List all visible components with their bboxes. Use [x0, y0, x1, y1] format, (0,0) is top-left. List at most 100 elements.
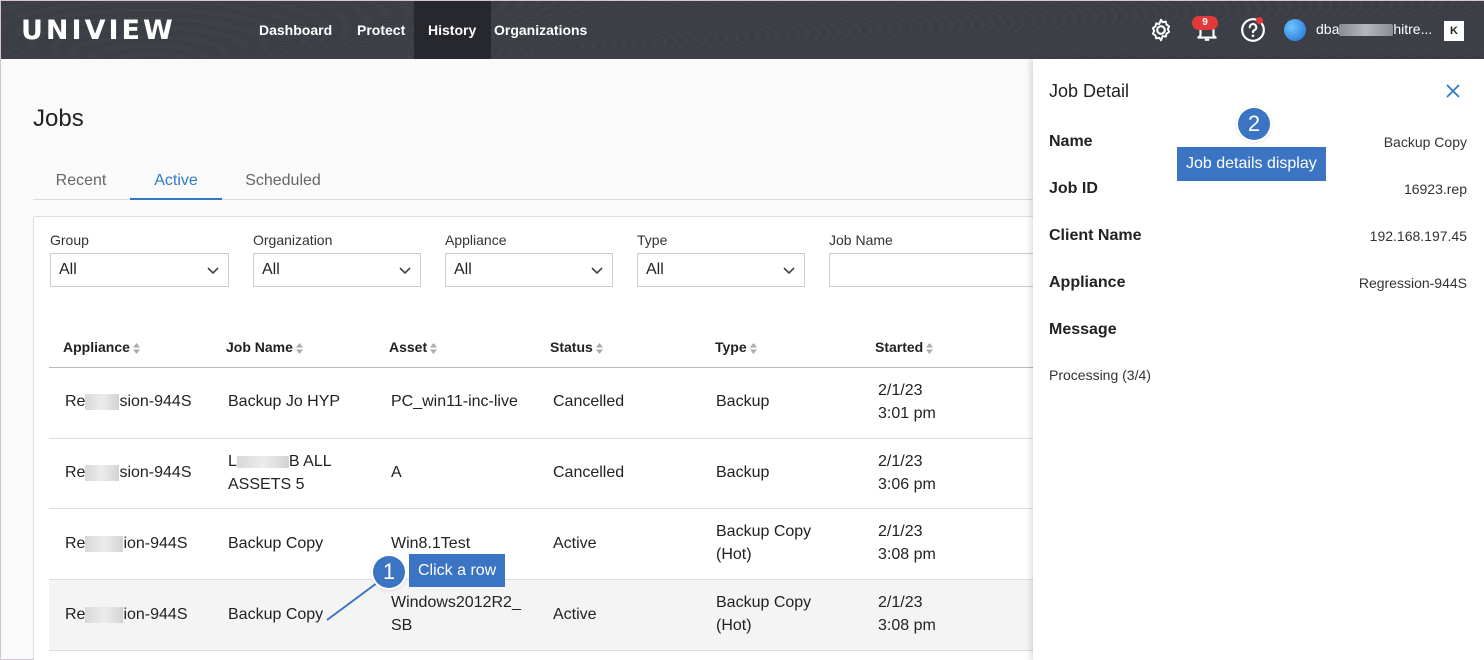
- sort-icon: [295, 342, 303, 354]
- cell-type: Backup Copy (Hot): [716, 523, 812, 563]
- chevron-down-icon: [399, 267, 411, 275]
- tab-active[interactable]: Active: [130, 167, 222, 200]
- k-app-icon[interactable]: K: [1444, 21, 1464, 41]
- redacted-text: [85, 393, 120, 410]
- redacted-text: [85, 535, 124, 552]
- detail-key-job-id: Job ID: [1049, 180, 1098, 197]
- callout-1-label: Click a row: [409, 554, 506, 587]
- cell-status: Cancelled: [553, 464, 625, 481]
- appliance-select[interactable]: All: [445, 253, 613, 287]
- chevron-down-icon: [783, 267, 795, 275]
- cell-asset: A: [391, 464, 402, 481]
- detail-key-message: Message: [1049, 321, 1117, 338]
- column-header-appliance[interactable]: Appliance: [63, 339, 140, 355]
- username-end: hitre...: [1393, 21, 1433, 37]
- table-header-divider: [49, 367, 1039, 368]
- nav-dashboard[interactable]: Dashboard: [245, 1, 346, 59]
- cell-type: Backup Copy (Hot): [716, 594, 812, 634]
- cell-asset: PC_win11-inc-live: [391, 393, 518, 410]
- filter-label-type: Type: [637, 232, 668, 248]
- filter-label-job-name: Job Name: [829, 232, 893, 248]
- cell-asset: Win8.1Test: [391, 535, 471, 552]
- column-header-label: Job Name: [226, 339, 293, 355]
- cell-appliance: Re sion-944S: [65, 393, 192, 410]
- tab-recent[interactable]: Recent: [33, 167, 129, 200]
- chevron-down-icon: [591, 267, 603, 275]
- column-header-label: Started: [875, 339, 924, 355]
- cell-job-name: Backup Jo HYP: [228, 393, 341, 410]
- sort-icon: [595, 342, 603, 354]
- gear-icon[interactable]: [1148, 17, 1174, 43]
- detail-value-client-name: 192.168.197.45: [1369, 228, 1467, 244]
- chevron-down-icon: [207, 267, 219, 275]
- job-name-input[interactable]: [829, 253, 1039, 287]
- sort-icon: [926, 342, 934, 354]
- top-nav: UNIVIEW Dashboard Protect History Organi…: [1, 1, 1484, 59]
- sort-icon: [430, 342, 438, 354]
- redacted-text: [85, 464, 120, 481]
- detail-key-appliance: Appliance: [1049, 274, 1126, 291]
- avatar[interactable]: [1284, 19, 1306, 41]
- sort-icon: [749, 342, 757, 354]
- cell-appliance: Re sion-944S: [65, 464, 192, 481]
- cell-type: Backup: [716, 464, 770, 481]
- cell-status: Cancelled: [553, 393, 625, 410]
- cell-started: 2/1/23 3:06 pm: [878, 453, 936, 493]
- cell-status: Active: [553, 606, 597, 623]
- job-detail-title: Job Detail: [1049, 81, 1130, 101]
- detail-value-job-id: 16923.rep: [1403, 181, 1467, 197]
- redacted-text: [236, 455, 289, 468]
- group-select[interactable]: All: [50, 253, 229, 287]
- column-header-label: Asset: [389, 339, 428, 355]
- appliance-select-value: All: [454, 261, 472, 278]
- filter-label-organization: Organization: [253, 232, 333, 248]
- callout-2-label: Job details display: [1177, 147, 1326, 181]
- page-title: Jobs: [33, 105, 84, 132]
- column-header-started[interactable]: Started: [875, 339, 934, 355]
- detail-key-name: Name: [1049, 133, 1093, 150]
- tab-scheduled[interactable]: Scheduled: [233, 167, 333, 200]
- close-icon[interactable]: [1445, 83, 1461, 99]
- nav-protect[interactable]: Protect: [343, 1, 419, 59]
- nav-organizations[interactable]: Organizations: [480, 1, 601, 59]
- cell-started: 2/1/23 3:01 pm: [878, 382, 936, 422]
- detail-value-appliance: Regression-944S: [1358, 275, 1467, 291]
- filter-label-group: Group: [50, 232, 89, 248]
- organization-select-value: All: [262, 261, 280, 278]
- group-select-value: All: [59, 261, 77, 278]
- cell-job-name: Backup Copy: [228, 606, 324, 623]
- filter-label-appliance: Appliance: [445, 232, 507, 248]
- detail-key-client-name: Client Name: [1049, 227, 1142, 244]
- type-select-value: All: [646, 261, 664, 278]
- username-redacted: [1339, 24, 1394, 37]
- column-header-label: Type: [715, 339, 747, 355]
- column-header-asset[interactable]: Asset: [389, 339, 438, 355]
- callout-2-number: 2: [1238, 108, 1270, 140]
- notification-badge: 9: [1192, 16, 1218, 30]
- cell-status: Active: [553, 535, 597, 552]
- column-header-status[interactable]: Status: [550, 339, 603, 355]
- row-divider: [49, 579, 1039, 580]
- tabs: Recent Active Scheduled: [33, 167, 1033, 200]
- detail-value-name: Backup Copy: [1383, 134, 1467, 150]
- type-select[interactable]: All: [637, 253, 805, 287]
- cell-started: 2/1/23 3:08 pm: [878, 523, 936, 563]
- cell-job-name: Backup Copy: [228, 535, 324, 552]
- logo[interactable]: UNIVIEW: [21, 15, 176, 46]
- column-header-label: Status: [550, 339, 593, 355]
- cell-appliance: Re ion-944S: [65, 606, 188, 623]
- column-header-type[interactable]: Type: [715, 339, 757, 355]
- organization-select[interactable]: All: [253, 253, 421, 287]
- username-start: dba: [1316, 21, 1340, 37]
- cell-appliance: Re ion-944S: [65, 535, 188, 552]
- cell-asset: Windows2012R2_ SB: [391, 594, 521, 634]
- column-header-job-name[interactable]: Job Name: [226, 339, 303, 355]
- username[interactable]: dba hitre...: [1316, 21, 1432, 37]
- cell-started: 2/1/23 3:08 pm: [878, 594, 936, 634]
- cell-job-name: LB ALL ASSETS 5: [228, 453, 332, 493]
- sort-icon: [132, 342, 140, 354]
- help-alert-dot: [1256, 17, 1263, 24]
- column-header-label: Appliance: [63, 339, 130, 355]
- row-divider: [49, 438, 1039, 439]
- row-divider: [49, 508, 1039, 509]
